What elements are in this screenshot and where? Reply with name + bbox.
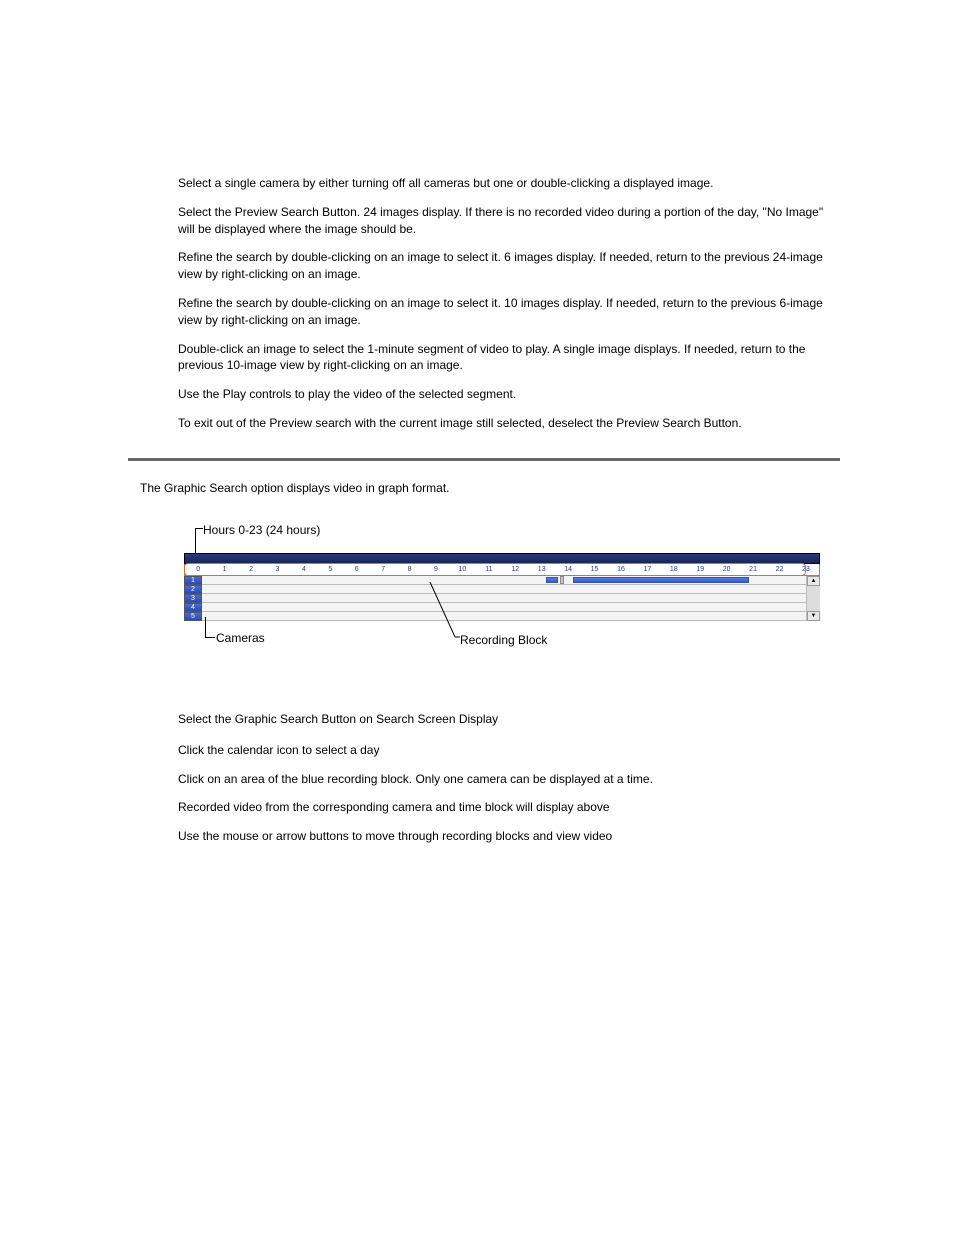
hour-label: 0	[185, 564, 211, 575]
section-divider	[128, 458, 840, 461]
annotation-line	[205, 617, 206, 637]
camera-labels-column: 12345	[184, 576, 202, 621]
para: To exit out of the Preview search with t…	[178, 415, 836, 432]
annotation-line	[205, 637, 215, 638]
hour-label: 21	[740, 564, 766, 575]
para: Select the Preview Search Button. 24 ima…	[178, 204, 836, 238]
playhead-marker[interactable]	[560, 576, 564, 584]
scroll-down-button[interactable]: ▼	[807, 611, 820, 621]
recording-block[interactable]	[573, 577, 748, 583]
hour-label: 22	[766, 564, 792, 575]
hour-label: 4	[291, 564, 317, 575]
hour-label: 23	[793, 564, 819, 575]
hour-label: 5	[317, 564, 343, 575]
hour-label: 14	[555, 564, 581, 575]
para: Refine the search by double-clicking on …	[178, 249, 836, 283]
hour-label: 8	[396, 564, 422, 575]
camera-label[interactable]: 1	[184, 576, 202, 585]
camera-track[interactable]	[202, 594, 807, 603]
step: Select the Graphic Search Button on Sear…	[178, 711, 836, 728]
para: Double-click an image to select the 1-mi…	[178, 341, 836, 375]
para: Use the Play controls to play the video …	[178, 386, 836, 403]
scroll-up-button[interactable]: ▲	[807, 576, 820, 586]
camera-track[interactable]	[202, 603, 807, 612]
timeline-body: 12345 ▲ ▼	[184, 576, 820, 621]
recording-block[interactable]	[546, 577, 558, 583]
hour-label: 2	[238, 564, 264, 575]
hour-label: 7	[370, 564, 396, 575]
hour-label: 9	[423, 564, 449, 575]
camera-label[interactable]: 5	[184, 612, 202, 621]
camera-track[interactable]	[202, 612, 807, 621]
annotation-cameras-label: Cameras	[216, 630, 265, 647]
hour-label: 11	[476, 564, 502, 575]
preview-search-section: Select a single camera by either turning…	[178, 175, 836, 444]
hour-label: 3	[264, 564, 290, 575]
step: Click on an area of the blue recording b…	[178, 771, 836, 788]
hour-label: 17	[634, 564, 660, 575]
timeline-title-bar	[184, 553, 820, 564]
step: Click the calendar icon to select a day	[178, 742, 836, 759]
vertical-scrollbar[interactable]: ▲ ▼	[807, 576, 820, 621]
camera-label[interactable]: 4	[184, 603, 202, 612]
annotation-hours-label: Hours 0-23 (24 hours)	[203, 522, 320, 539]
hour-label: 6	[344, 564, 370, 575]
para: Refine the search by double-clicking on …	[178, 295, 836, 329]
hour-label: 12	[502, 564, 528, 575]
hour-label: 19	[687, 564, 713, 575]
graphic-search-timeline: 01234567891011121314151617181920212223 1…	[184, 553, 820, 621]
hour-label: 15	[581, 564, 607, 575]
graphic-search-intro: The Graphic Search option displays video…	[140, 480, 840, 497]
hour-label: 1	[211, 564, 237, 575]
hour-label: 13	[528, 564, 554, 575]
camera-label[interactable]: 2	[184, 585, 202, 594]
tracks-column	[202, 576, 807, 621]
hour-label: 20	[713, 564, 739, 575]
annotation-recording-block-label: Recording Block	[460, 632, 547, 649]
camera-track[interactable]	[202, 585, 807, 594]
para: Select a single camera by either turning…	[178, 175, 836, 192]
step: Recorded video from the corresponding ca…	[178, 799, 836, 816]
graphic-search-steps: Select the Graphic Search Button on Sear…	[178, 711, 836, 857]
camera-label[interactable]: 3	[184, 594, 202, 603]
hour-label: 10	[449, 564, 475, 575]
step: Use the mouse or arrow buttons to move t…	[178, 828, 836, 845]
annotation-line	[195, 528, 203, 529]
hour-label: 18	[661, 564, 687, 575]
hour-label: 16	[608, 564, 634, 575]
timeline-hours-ruler: 01234567891011121314151617181920212223	[184, 564, 820, 576]
camera-track[interactable]	[202, 576, 807, 585]
